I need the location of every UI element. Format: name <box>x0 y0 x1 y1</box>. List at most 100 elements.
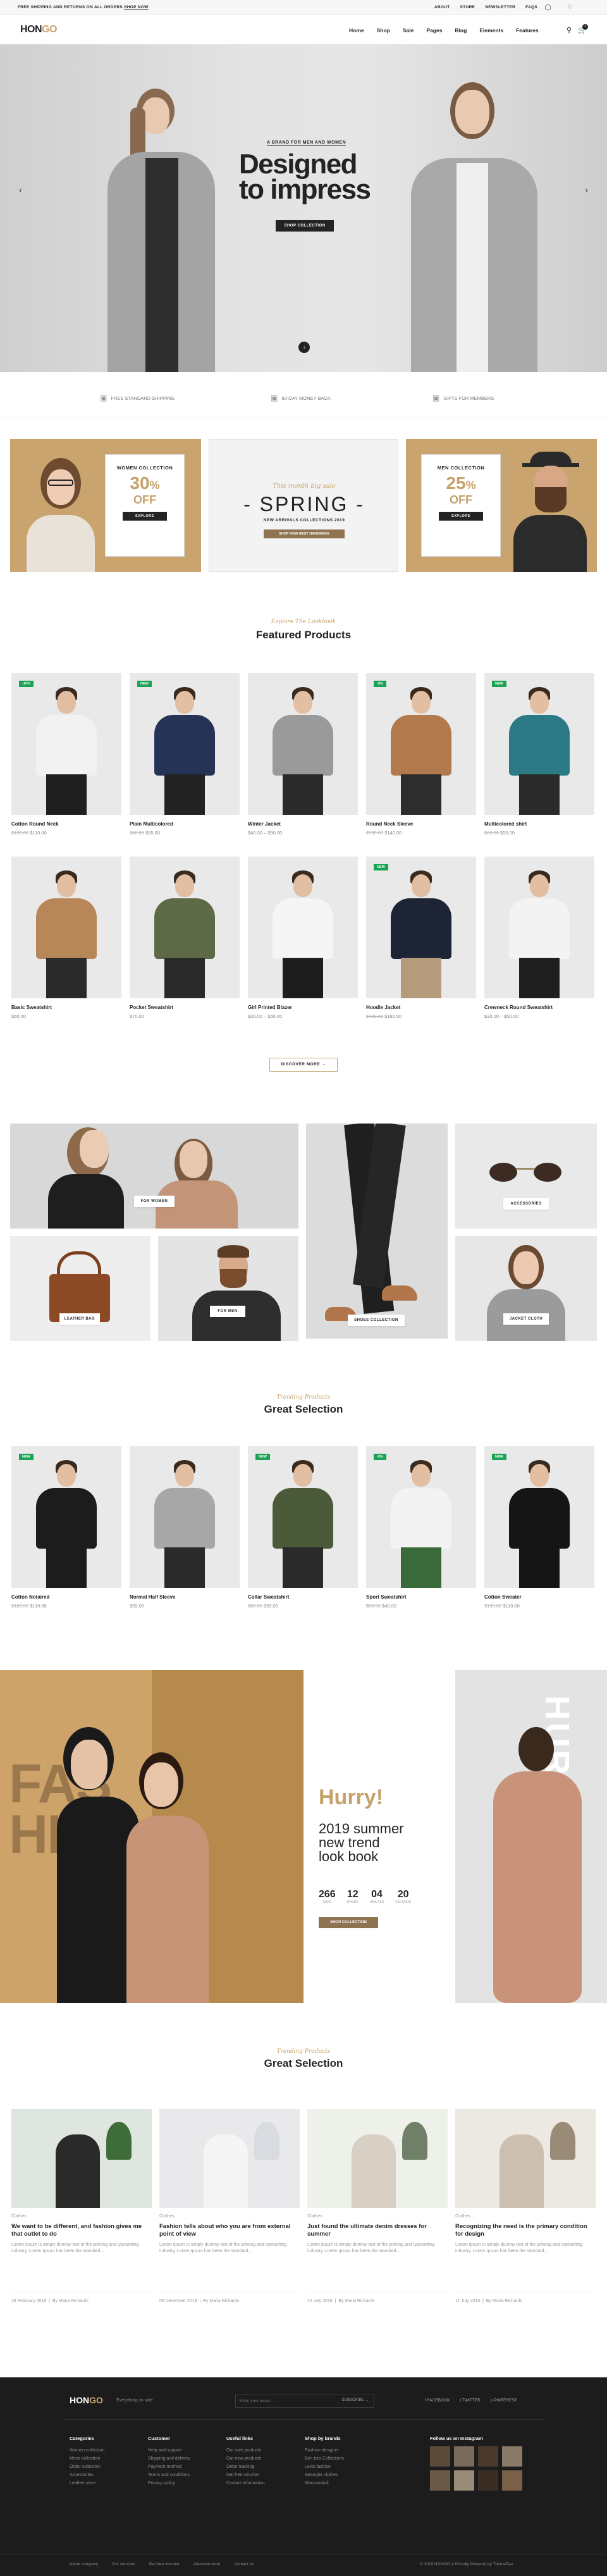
blog-post-title[interactable]: We want to be different, and fashion giv… <box>11 2223 145 2238</box>
pinterest-link[interactable]: p PINTEREST <box>491 2398 517 2403</box>
menu-home[interactable]: Home <box>349 27 364 34</box>
featured-product-image[interactable] <box>484 857 594 998</box>
footer-link[interactable]: Ben bes Collections <box>305 2455 344 2463</box>
featured-product-name[interactable]: Round Neck Sleeve <box>366 821 413 827</box>
top-link-newsletter[interactable]: NEWSLETTER <box>485 5 515 9</box>
blog-author[interactable]: By Maria Richards <box>52 2299 89 2303</box>
featured-product-name[interactable]: Multicolored shirt <box>484 821 527 827</box>
search-icon[interactable]: ⚲ <box>567 26 572 34</box>
top-link-faqs[interactable]: FAQS <box>525 5 537 9</box>
insta-thumb[interactable] <box>478 2446 498 2467</box>
blog-post-title[interactable]: Fashion tells about who you are from ext… <box>159 2223 293 2238</box>
blog-post-title[interactable]: Just found the ultimate denim dresses fo… <box>307 2223 441 2238</box>
footer-link[interactable]: Our new products <box>226 2455 265 2463</box>
account-icon[interactable]: ◯ <box>545 4 551 11</box>
spring-promo-banner[interactable]: This month big sale - SPRING - NEW ARRIV… <box>209 439 398 572</box>
lookbook-jacket-cloth[interactable]: JACKET CLOTH <box>455 1236 597 1341</box>
top-link-about[interactable]: ABOUT <box>434 5 450 9</box>
featured-product-name[interactable]: Plain Multicolored <box>130 821 173 827</box>
blog-category[interactable]: Clothes <box>159 2214 175 2219</box>
footer-link[interactable]: Leather store <box>70 2479 104 2487</box>
spring-shop-button[interactable]: SHOP NOW BEST HANDBAGS <box>264 529 345 538</box>
lookbook-leather-bag[interactable]: LEATHER BAG <box>10 1236 150 1341</box>
footer-link[interactable]: Mens collection <box>70 2455 104 2463</box>
featured-product-name[interactable]: Girl Printed Blazer <box>248 1005 292 1010</box>
featured-product-image[interactable]: -10% <box>11 673 121 815</box>
lookbook-for-men[interactable]: FOR MEN <box>158 1236 298 1341</box>
trending-product-name[interactable]: Normal Half Sleeve <box>130 1594 175 1600</box>
featured-product-image[interactable] <box>248 857 358 998</box>
featured-product-name[interactable]: Winter Jacket <box>248 821 281 827</box>
lookbook-shoes[interactable]: SHOES COLLECTION <box>306 1124 448 1339</box>
insta-thumb[interactable] <box>478 2470 498 2491</box>
footer-link[interactable]: Our sale products <box>226 2446 265 2455</box>
hero-next-arrow[interactable]: › <box>585 185 588 195</box>
featured-product-name[interactable]: Pocket Sweatshirt <box>130 1005 173 1010</box>
trending-product-name[interactable]: Cotton Notaired <box>11 1594 49 1600</box>
insta-thumb[interactable] <box>502 2446 522 2467</box>
featured-product-image[interactable]: NEW <box>484 673 594 815</box>
footer-link[interactable]: Order tracking <box>226 2463 265 2471</box>
featured-product-image[interactable]: -5% <box>366 673 476 815</box>
trending-product-image[interactable]: NEW <box>11 1446 121 1588</box>
trending-product-name[interactable]: Cotton Sweater <box>484 1594 522 1600</box>
menu-shop[interactable]: Shop <box>377 27 390 34</box>
menu-features[interactable]: Features <box>516 27 538 34</box>
featured-product-name[interactable]: Basic Sweatshirt <box>11 1005 52 1010</box>
footer-link[interactable]: Order collection <box>70 2463 104 2471</box>
footer-link[interactable]: Help and support <box>148 2446 190 2455</box>
footer-link[interactable]: Payment method <box>148 2463 190 2471</box>
featured-product-image[interactable] <box>130 857 240 998</box>
footer-link[interactable]: Fashion designer <box>305 2446 344 2455</box>
heart-icon[interactable]: ♡ <box>568 4 573 11</box>
hurry-shop-button[interactable]: SHOP COLLECTION <box>319 1917 378 1928</box>
featured-product-name[interactable]: Crewneck Round Sweatshirt <box>484 1005 553 1010</box>
menu-elements[interactable]: Elements <box>479 27 503 34</box>
blog-image[interactable] <box>455 2109 596 2208</box>
men-promo-banner[interactable]: MEN COLLECTION 25% OFF EXPLORE COLLECTIO… <box>406 439 597 572</box>
trending-product-image[interactable] <box>130 1446 240 1588</box>
menu-pages[interactable]: Pages <box>426 27 442 34</box>
women-promo-banner[interactable]: WOMEN COLLECTION 30% OFF EXPLORE COLLECT… <box>10 439 201 572</box>
insta-thumb[interactable] <box>430 2446 450 2467</box>
alternate-store-link[interactable]: Alternate store <box>193 2562 220 2567</box>
footer-link[interactable]: Wrangler clothes <box>305 2471 344 2479</box>
featured-product-name[interactable]: Cotton Round Neck <box>11 821 59 827</box>
footer-link[interactable]: Shipping and delivery <box>148 2455 190 2463</box>
trending-product-image[interactable]: NEW <box>484 1446 594 1588</box>
footer-link[interactable]: Accessories <box>70 2471 104 2479</box>
logo[interactable]: HONGO <box>20 24 57 35</box>
footer-link[interactable]: Women collection <box>70 2446 104 2455</box>
blog-author[interactable]: By Maria Richards <box>338 2299 374 2303</box>
blog-category[interactable]: Clothes <box>455 2214 470 2219</box>
footer-link[interactable]: Get free voucher <box>226 2471 265 2479</box>
blog-category[interactable]: Clothes <box>307 2214 322 2219</box>
blog-image[interactable] <box>307 2109 448 2208</box>
discover-more-button[interactable]: DISCOVER MORE → <box>269 1058 338 1072</box>
footer-link[interactable]: Moncomboli <box>305 2479 344 2487</box>
footer-link[interactable]: Privacy policy <box>148 2479 190 2487</box>
trending-product-image[interactable]: -5% <box>366 1446 476 1588</box>
trending-product-name[interactable]: Collar Sweatshirt <box>248 1594 289 1600</box>
blog-category[interactable]: Clothes <box>11 2214 27 2219</box>
hero-prev-arrow[interactable]: ‹ <box>19 185 22 195</box>
shop-now-link[interactable]: SHOP NOW <box>124 5 148 9</box>
contact-us-link[interactable]: Contact us <box>234 2562 254 2567</box>
menu-blog[interactable]: Blog <box>455 27 467 34</box>
facebook-link[interactable]: f FACEBOOK <box>425 2398 450 2403</box>
men-explore-button[interactable]: EXPLORE COLLECTION <box>439 512 483 527</box>
featured-product-image[interactable]: NEW <box>366 857 476 998</box>
featured-product-image[interactable]: NEW <box>130 673 240 815</box>
lookbook-for-women[interactable]: FOR WOMEN <box>10 1124 298 1229</box>
scroll-down-icon[interactable]: ↓ <box>298 342 310 353</box>
our-services-link[interactable]: Our services <box>112 2562 135 2567</box>
women-explore-button[interactable]: EXPLORE COLLECTION <box>123 512 167 527</box>
footer-link[interactable]: Contact information <box>226 2479 265 2487</box>
top-link-store[interactable]: STORE <box>460 5 475 9</box>
blog-author[interactable]: By Maria Richards <box>486 2299 522 2303</box>
trending-product-name[interactable]: Sport Sweatshirt <box>366 1594 407 1600</box>
blog-post-title[interactable]: Recognizing the need is the primary cond… <box>455 2223 589 2238</box>
footer-link[interactable]: Levis fashion <box>305 2463 344 2471</box>
insta-thumb[interactable] <box>454 2470 474 2491</box>
footer-link[interactable]: Terms and conditions <box>148 2471 190 2479</box>
